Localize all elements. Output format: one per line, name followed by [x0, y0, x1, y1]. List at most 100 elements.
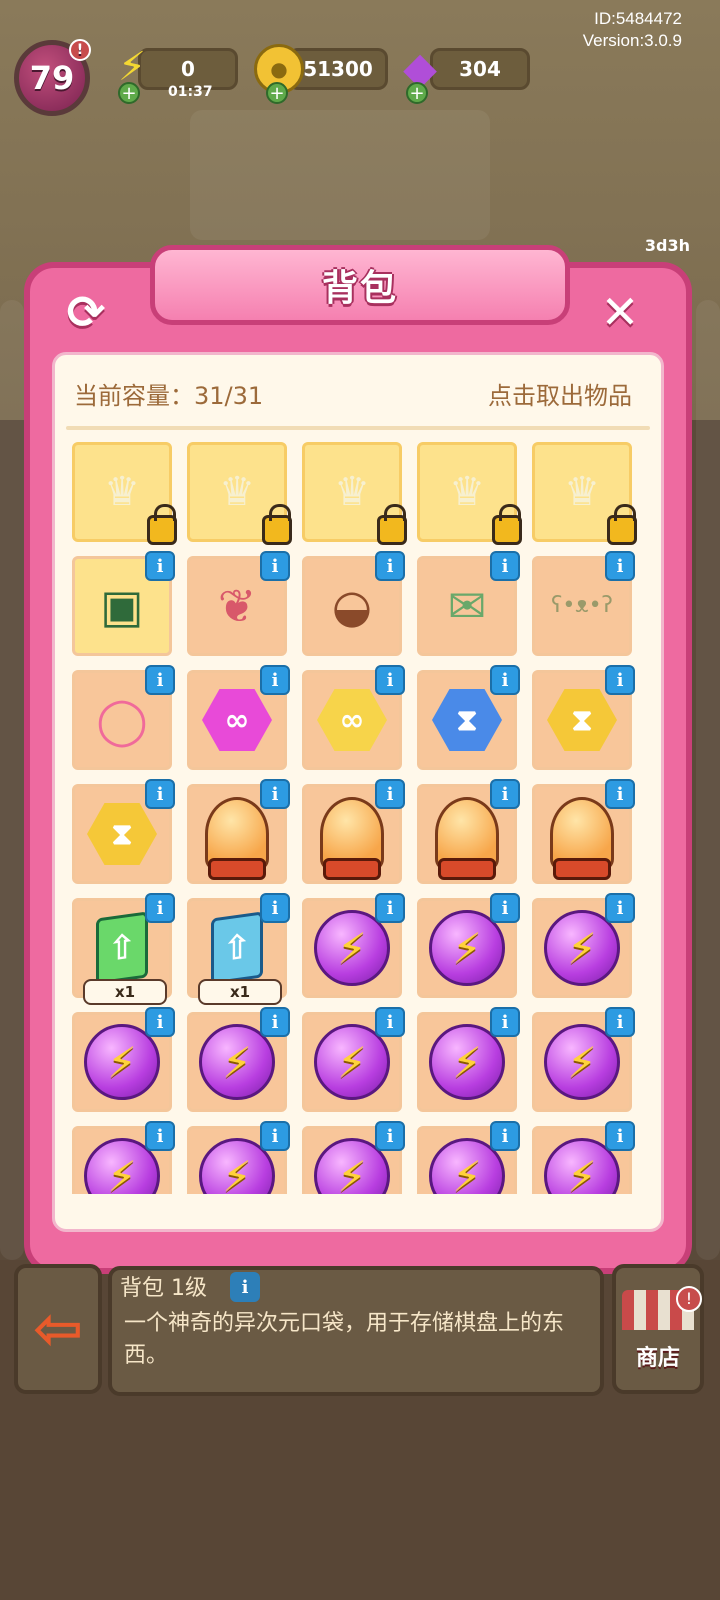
padlock-icon	[377, 504, 407, 545]
backpack-item-slot[interactable]: i	[187, 779, 290, 884]
backpack-item-slot[interactable]: ⚡ i	[532, 1121, 635, 1194]
info-icon[interactable]: i	[260, 665, 290, 695]
backpack-item-slot[interactable]: ❦ i	[187, 551, 290, 656]
backpack-item-slot[interactable]: ▣ i	[72, 551, 175, 656]
gold-hourglass-hex-icon: ⧗	[547, 689, 617, 751]
info-icon[interactable]: i	[375, 551, 405, 581]
info-icon[interactable]: i	[375, 893, 405, 923]
info-icon[interactable]: i	[605, 1121, 635, 1151]
background-decoration	[190, 110, 490, 240]
flamingo-float-icon: ◯	[96, 693, 148, 747]
backpack-title-plate: 背包	[150, 245, 570, 325]
energy-timer: 01:37	[168, 84, 213, 100]
backpack-item-slot[interactable]: ⚡ i	[187, 1007, 290, 1112]
info-icon[interactable]: i	[490, 665, 520, 695]
info-icon[interactable]: i	[145, 551, 175, 581]
locked-slot[interactable]: ♛	[532, 442, 637, 545]
backpack-item-slot[interactable]: ⧗ i	[532, 665, 635, 770]
backpack-item-slot[interactable]: i	[532, 779, 635, 884]
info-icon[interactable]: i	[260, 1007, 290, 1037]
info-icon[interactable]: i	[145, 665, 175, 695]
add-energy-button[interactable]: +	[118, 82, 140, 104]
add-gems-button[interactable]: +	[406, 82, 428, 104]
backpack-item-slot[interactable]: ⚡ i	[302, 893, 405, 998]
backpack-item-slot[interactable]: ◒ i	[302, 551, 405, 656]
backpack-item-slot[interactable]: ✉ i	[417, 551, 520, 656]
locked-slot[interactable]: ♛	[187, 442, 292, 545]
background-board-edge-left	[0, 300, 24, 1260]
backpack-item-slot[interactable]: ◯ i	[72, 665, 175, 770]
info-icon[interactable]: i	[375, 1007, 405, 1037]
backpack-item-slot[interactable]: ⚡ i	[72, 1121, 175, 1194]
info-icon[interactable]: i	[260, 551, 290, 581]
backpack-item-slot[interactable]: ⚡ i	[417, 1121, 520, 1194]
exit-button[interactable]: ⇦	[14, 1264, 102, 1394]
info-icon[interactable]: i	[375, 779, 405, 809]
info-icon[interactable]: i	[490, 893, 520, 923]
info-icon[interactable]: i	[490, 1121, 520, 1151]
map-book-icon: ❦	[217, 579, 257, 633]
backpack-item-slot[interactable]: i	[302, 779, 405, 884]
close-button[interactable]: ✕	[592, 284, 648, 340]
add-coins-button[interactable]: +	[266, 82, 288, 104]
info-icon[interactable]: i	[490, 1007, 520, 1037]
crystal-ball-machine-icon	[205, 797, 269, 880]
energy-value: 0	[181, 57, 195, 81]
info-icon[interactable]: i	[145, 893, 175, 923]
backpack-item-slot[interactable]: i	[417, 779, 520, 884]
info-icon[interactable]: i	[375, 665, 405, 695]
locked-slot[interactable]: ♛	[72, 442, 177, 545]
backpack-grid: ♛ ♛ ♛ ♛ ♛ ▣ i ❦ i ◒ i ✉ i ʕ•ᴥ•ʔ i ◯ i ∞ i ∞ i ⧗ i ⧗ i ⧗ i i i i i ⇧ i x1 ⇧…	[66, 436, 650, 1194]
info-icon[interactable]: i	[260, 779, 290, 809]
info-icon[interactable]: i	[490, 551, 520, 581]
info-icon[interactable]: i	[375, 1121, 405, 1151]
backpack-item-slot[interactable]: ⚡ i	[532, 893, 635, 998]
gems-bar[interactable]: 304	[430, 48, 530, 90]
exit-arrow-icon: ⇦	[32, 1294, 84, 1364]
info-icon[interactable]: i	[605, 1007, 635, 1037]
backpack-item-slot[interactable]: ⚡ i	[532, 1007, 635, 1112]
item-count: x1	[198, 979, 282, 1005]
backpack-item-slot[interactable]: ⚡ i	[302, 1121, 405, 1194]
crown-icon: ♛	[449, 469, 485, 515]
backpack-item-slot[interactable]: ∞ i	[187, 665, 290, 770]
info-icon[interactable]: i	[145, 779, 175, 809]
padlock-icon	[607, 504, 637, 545]
info-icon[interactable]: i	[145, 1121, 175, 1151]
backpack-item-slot[interactable]: ⚡ i	[302, 1007, 405, 1112]
backpack-item-slot[interactable]: ⧗ i	[72, 779, 175, 884]
backpack-item-slot[interactable]: ∞ i	[302, 665, 405, 770]
crown-icon: ♛	[564, 469, 600, 515]
padlock-icon	[492, 504, 522, 545]
user-id: ID:5484472	[594, 9, 682, 28]
info-icon[interactable]: i	[490, 779, 520, 809]
backpack-item-slot[interactable]: ⚡ i	[417, 893, 520, 998]
backpack-item-slot[interactable]: ⚡ i	[187, 1121, 290, 1194]
refresh-button[interactable]: ⟳	[58, 284, 114, 340]
info-icon[interactable]: i	[145, 1007, 175, 1037]
padlock-icon	[147, 504, 177, 545]
backpack-item-slot[interactable]: ⇧ i x1	[187, 893, 290, 1005]
item-info-button[interactable]: i	[230, 1272, 260, 1302]
event-timer: 3d3h	[644, 236, 690, 255]
player-level-badge[interactable]: 79 !	[14, 39, 91, 116]
backpack-item-slot[interactable]: ⚡ i	[417, 1007, 520, 1112]
crown-icon: ♛	[104, 469, 140, 515]
locked-slot[interactable]: ♛	[417, 442, 522, 545]
info-icon[interactable]: i	[605, 665, 635, 695]
info-icon[interactable]: i	[260, 1121, 290, 1151]
gold-infinity-hex-icon: ∞	[317, 689, 387, 751]
backpack-item-slot[interactable]: ⚡ i	[72, 1007, 175, 1112]
backpack-item-slot[interactable]: ⧗ i	[417, 665, 520, 770]
crystal-ball-machine-icon	[320, 797, 384, 880]
backpack-item-slot[interactable]: ⇧ i x1	[72, 893, 175, 1005]
capacity-value: 31/31	[194, 382, 264, 410]
info-icon[interactable]: i	[605, 779, 635, 809]
info-icon[interactable]: i	[605, 551, 635, 581]
locked-slot[interactable]: ♛	[302, 442, 407, 545]
backpack-item-slot[interactable]: ʕ•ᴥ•ʔ i	[532, 551, 635, 656]
info-icon[interactable]: i	[605, 893, 635, 923]
gems-value: 304	[459, 57, 501, 81]
info-icon[interactable]: i	[260, 893, 290, 923]
app-version: Version:3.0.9	[582, 31, 682, 50]
